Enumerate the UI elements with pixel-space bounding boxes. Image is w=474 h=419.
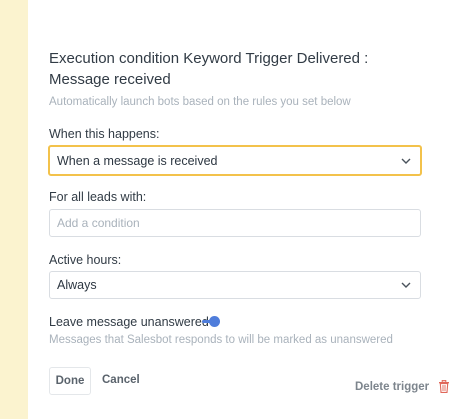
add-condition-placeholder: Add a condition bbox=[57, 216, 140, 230]
delete-trigger-label: Delete trigger bbox=[355, 380, 430, 393]
unanswered-hint: Messages that Salesbot responds to will … bbox=[49, 334, 393, 346]
active-hours-value: Always bbox=[57, 278, 97, 292]
chevron-down-icon bbox=[401, 282, 411, 288]
when-this-happens-label: When this happens: bbox=[49, 127, 160, 141]
trigger-settings-panel: Execution condition Keyword Trigger Deli… bbox=[28, 0, 474, 419]
leave-unanswered-label: Leave message unanswered bbox=[49, 315, 209, 329]
cancel-button[interactable]: Cancel bbox=[102, 374, 140, 386]
for-all-leads-label: For all leads with: bbox=[49, 190, 147, 204]
panel-title: Execution condition Keyword Trigger Deli… bbox=[49, 50, 369, 88]
toggle-knob bbox=[209, 316, 220, 327]
delete-trigger-button[interactable]: Delete trigger bbox=[355, 378, 450, 396]
chevron-down-icon bbox=[401, 158, 411, 164]
trash-icon bbox=[438, 380, 449, 394]
when-this-happens-select[interactable]: When a message is received bbox=[48, 145, 422, 176]
active-hours-select[interactable]: Always bbox=[49, 271, 421, 299]
leave-unanswered-toggle[interactable] bbox=[202, 315, 222, 329]
done-button[interactable]: Done bbox=[49, 367, 91, 395]
panel-subtitle: Automatically launch bots based on the r… bbox=[49, 96, 351, 108]
add-condition-input[interactable]: Add a condition bbox=[49, 209, 421, 237]
active-hours-label: Active hours: bbox=[49, 253, 122, 267]
when-this-happens-value: When a message is received bbox=[57, 154, 218, 168]
